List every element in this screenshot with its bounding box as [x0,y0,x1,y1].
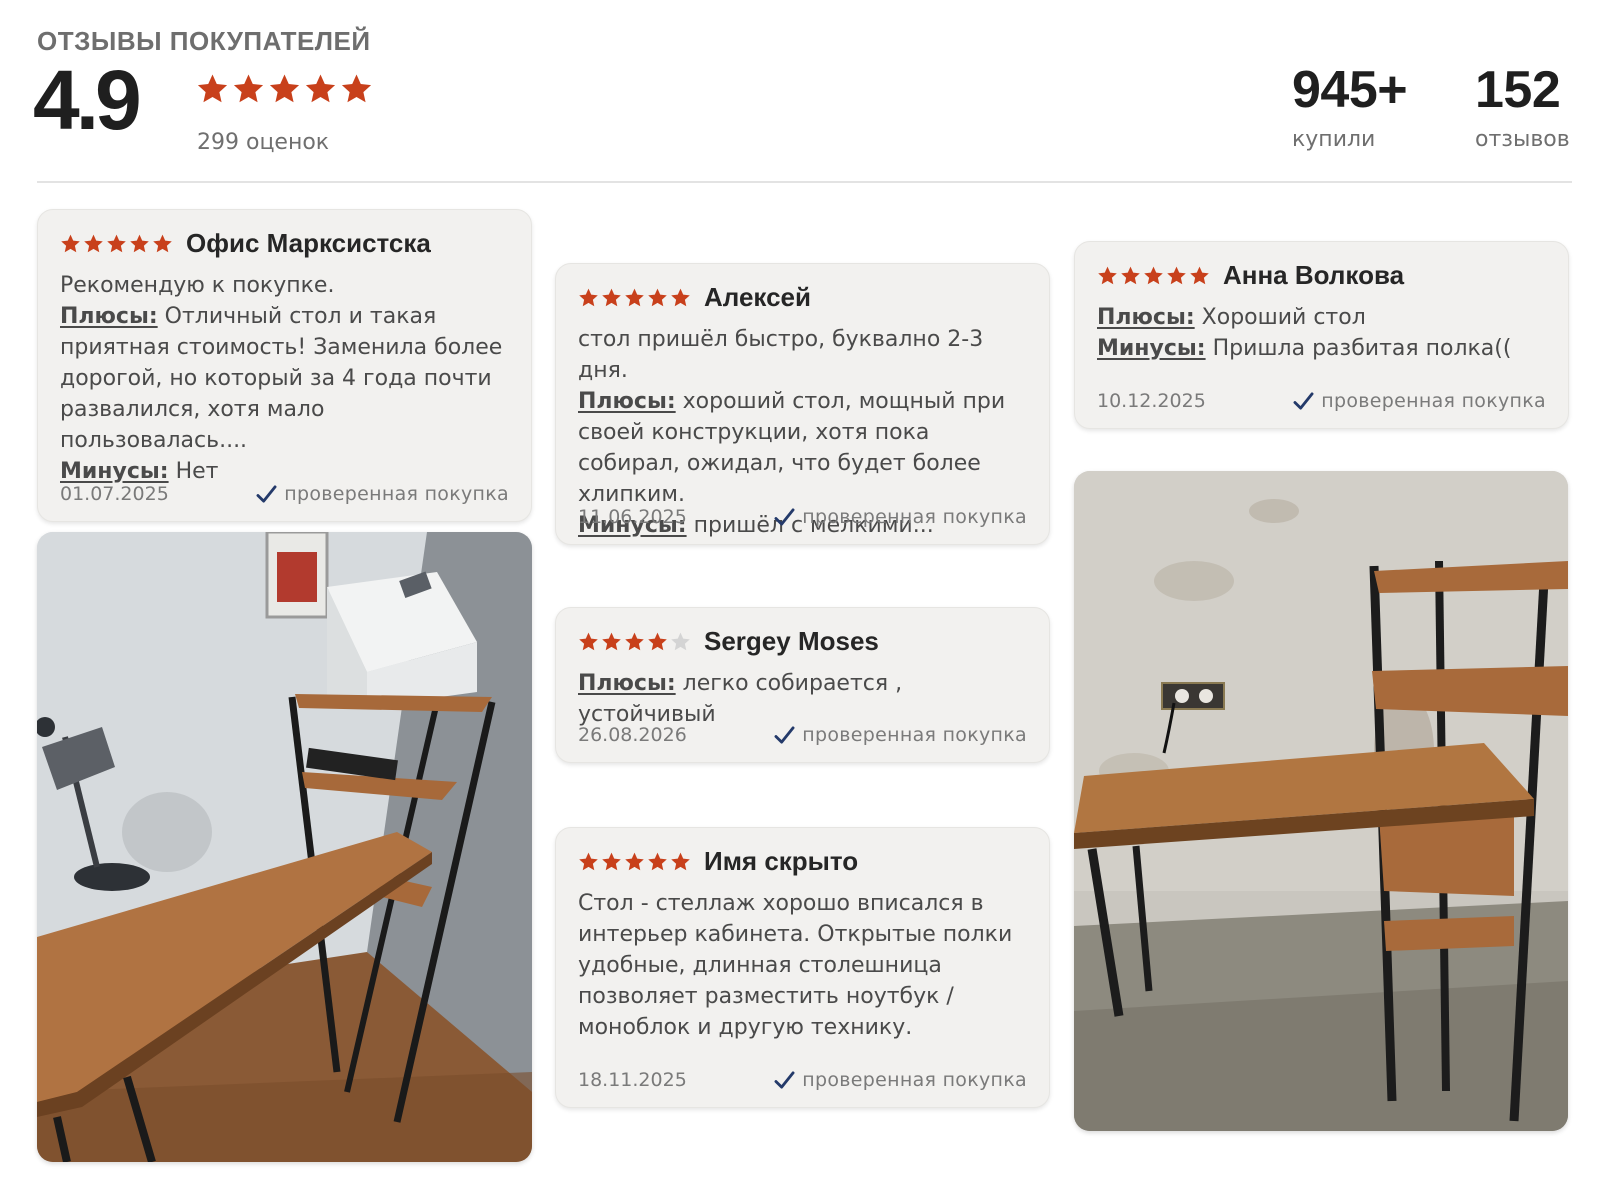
star-filled-icon [671,288,690,306]
star-filled-icon [1121,266,1140,284]
review-text: Стол - стеллаж хорошо вписался в интерье… [578,888,1027,1043]
reviews-value: 152 [1475,61,1561,119]
reviews-stat[interactable]: 152 отзывов [1475,61,1570,153]
pros-label: Плюсы: [1097,305,1195,330]
star-filled-icon [153,234,172,252]
review-stars [578,287,691,308]
verified-badge: проверенная покупка [774,506,1027,528]
check-icon [774,507,795,526]
review-date: 26.08.2026 [578,724,687,746]
star-filled-icon [648,288,667,306]
review-card[interactable]: Офис Марксистска Рекомендую к покупке. П… [37,209,532,522]
star-filled-icon [625,288,644,306]
star-filled-icon [341,74,372,103]
review-author: Имя скрыто [704,845,859,876]
bought-label: купили [1292,127,1376,153]
star-filled-icon [197,74,228,103]
verified-label: проверенная покупка [1321,390,1546,412]
check-icon [774,1070,795,1089]
star-empty-icon [671,632,690,650]
review-date: 18.11.2025 [578,1069,687,1091]
star-filled-icon [233,74,264,103]
star-filled-icon [625,632,644,650]
review-intro: Рекомендую к покупке. [60,273,335,298]
bought-stat: 945+ купили [1292,61,1408,153]
check-icon [1293,391,1314,410]
verified-label: проверенная покупка [802,506,1027,528]
star-filled-icon [579,288,598,306]
star-filled-icon [671,852,690,870]
star-filled-icon [130,234,149,252]
desk-photo-image [1074,471,1568,1131]
review-date: 10.12.2025 [1097,390,1206,412]
pros-label: Плюсы: [60,304,158,329]
star-filled-icon [579,852,598,870]
pros-label: Плюсы: [578,671,676,696]
review-author: Алексей [704,281,811,312]
star-filled-icon [1190,266,1209,284]
star-filled-icon [1167,266,1186,284]
pros-label: Плюсы: [578,389,676,414]
review-stars [60,233,173,254]
star-filled-icon [648,632,667,650]
verified-label: проверенная покупка [802,1069,1027,1091]
review-card[interactable]: Имя скрыто Стол - стеллаж хорошо вписалс… [555,827,1050,1108]
verified-badge: проверенная покупка [256,483,509,505]
review-text: Рекомендую к покупке. Плюсы: Отличный ст… [60,270,509,487]
verified-badge: проверенная покупка [774,724,1027,746]
star-filled-icon [648,852,667,870]
review-author: Офис Марксистска [186,227,431,258]
review-date: 11.06.2025 [578,506,687,528]
review-card[interactable]: Алексей стол пришёл быстро, буквално 2-3… [555,263,1050,545]
star-filled-icon [84,234,103,252]
review-stars [578,631,691,652]
verified-badge: проверенная покупка [1293,390,1546,412]
star-filled-icon [579,632,598,650]
verified-label: проверенная покупка [284,483,509,505]
star-filled-icon [602,852,621,870]
bought-value: 945+ [1292,61,1408,119]
reviews-label: отзывов [1475,127,1570,153]
star-filled-icon [269,74,300,103]
cons-label: Минусы: [1097,336,1206,361]
star-filled-icon [305,74,336,103]
review-text-body: Стол - стеллаж хорошо вписался в интерье… [578,891,1013,1040]
check-icon [256,484,277,503]
review-stars [1097,265,1210,286]
check-icon [774,725,795,744]
average-rating: 4.9 [33,53,142,147]
review-photo[interactable] [37,532,532,1162]
review-card[interactable]: Sergey Moses Плюсы: легко собирается , у… [555,607,1050,763]
star-filled-icon [602,288,621,306]
review-text: Плюсы: легко собирается , устойчивый [578,668,1027,730]
header-divider [37,181,1572,183]
average-rating-stars [196,72,373,105]
review-photo[interactable] [1074,471,1568,1131]
review-card[interactable]: Анна Волкова Плюсы: Хороший стол Минусы:… [1074,241,1569,429]
star-filled-icon [625,852,644,870]
review-author: Анна Волкова [1223,259,1405,290]
star-filled-icon [1144,266,1163,284]
star-filled-icon [61,234,80,252]
cons-text: Нет [175,459,219,484]
review-text: Плюсы: Хороший стол Минусы: Пришла разби… [1097,302,1546,364]
star-filled-icon [107,234,126,252]
review-intro: стол пришёл быстро, буквално 2-3 дня. [578,327,984,383]
review-date: 01.07.2025 [60,483,169,505]
desk-photo-image [37,532,532,1162]
star-filled-icon [602,632,621,650]
pros-text: Хороший стол [1201,305,1366,330]
cons-text: Пришла разбитая полка(( [1212,336,1512,361]
cons-label: Минусы: [60,459,169,484]
review-author: Sergey Moses [704,625,879,656]
review-stars [578,851,691,872]
star-filled-icon [1098,266,1117,284]
verified-label: проверенная покупка [802,724,1027,746]
verified-badge: проверенная покупка [774,1069,1027,1091]
ratings-count[interactable]: 299 оценок [197,130,329,155]
